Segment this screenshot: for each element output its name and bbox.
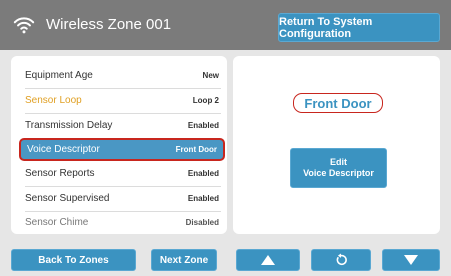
- return-to-system-configuration-button[interactable]: Return To System Configuration: [278, 13, 440, 42]
- scroll-down-button[interactable]: [382, 249, 440, 271]
- setting-label: Sensor Chime: [25, 217, 89, 228]
- setting-label: Sensor Supervised: [25, 193, 110, 204]
- down-arrow-icon: [404, 255, 418, 265]
- detail-panel: Front Door Edit Voice Descriptor: [233, 56, 440, 234]
- setting-row-transmission-delay[interactable]: Transmission Delay Enabled: [19, 114, 225, 137]
- page-title: Wireless Zone 001: [46, 16, 172, 33]
- edit-button-line1: Edit: [330, 157, 347, 167]
- setting-row-sensor-reports[interactable]: Sensor Reports Enabled: [19, 162, 225, 185]
- setting-label: Transmission Delay: [25, 120, 113, 131]
- setting-row-voice-descriptor[interactable]: Voice Descriptor Front Door: [19, 138, 225, 161]
- scroll-up-button[interactable]: [236, 249, 300, 271]
- setting-label: Voice Descriptor: [27, 144, 100, 155]
- setting-label: Sensor Reports: [25, 168, 95, 179]
- next-zone-button[interactable]: Next Zone: [151, 249, 217, 271]
- wifi-icon: [13, 17, 35, 34]
- up-arrow-icon: [261, 255, 275, 265]
- edit-button-line2: Voice Descriptor: [303, 168, 374, 178]
- setting-label: Sensor Loop: [25, 95, 82, 106]
- settings-list-panel: Equipment Age New Sensor Loop Loop 2 Tra…: [11, 56, 227, 234]
- setting-value: Enabled: [187, 194, 219, 203]
- undo-icon: [336, 253, 347, 266]
- back-to-zones-button[interactable]: Back To Zones: [11, 249, 136, 271]
- setting-row-sensor-chime[interactable]: Sensor Chime Disabled: [19, 211, 225, 234]
- header-bar: Wireless Zone 001 Return To System Confi…: [0, 0, 451, 50]
- setting-row-sensor-loop[interactable]: Sensor Loop Loop 2: [19, 89, 225, 112]
- undo-button[interactable]: [311, 249, 371, 271]
- setting-value: New: [202, 71, 219, 80]
- setting-value: Front Door: [175, 145, 217, 154]
- setting-row-equipment-age[interactable]: Equipment Age New: [19, 64, 225, 87]
- setting-value: Enabled: [187, 169, 219, 178]
- setting-value: Disabled: [185, 218, 219, 227]
- setting-row-sensor-supervised[interactable]: Sensor Supervised Enabled: [19, 187, 225, 210]
- setting-value: Enabled: [187, 121, 219, 130]
- voice-descriptor-display: Front Door: [293, 93, 383, 113]
- edit-voice-descriptor-button[interactable]: Edit Voice Descriptor: [290, 148, 387, 188]
- setting-label: Equipment Age: [25, 70, 93, 81]
- setting-value: Loop 2: [192, 96, 219, 105]
